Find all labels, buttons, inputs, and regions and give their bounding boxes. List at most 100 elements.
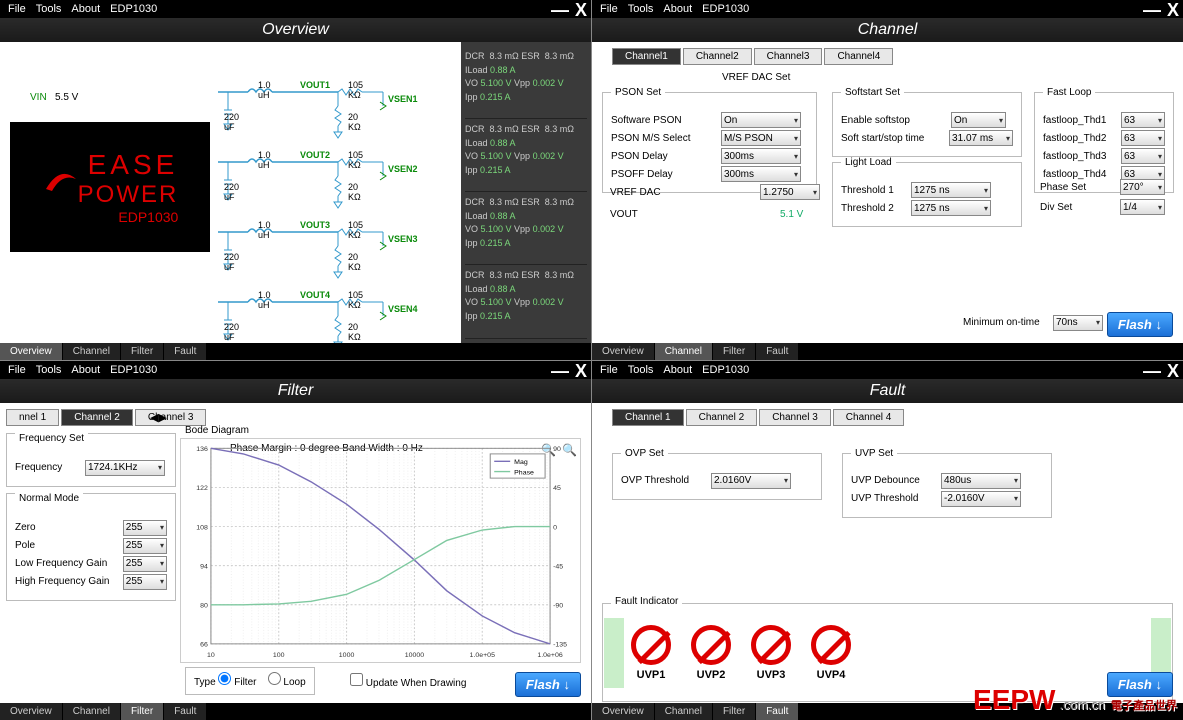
bode-title: Bode Diagram	[185, 425, 249, 436]
div-set-select[interactable]: 1/4	[1120, 199, 1165, 215]
close-icon[interactable]: X	[1167, 361, 1179, 382]
metrics-block: DCR 8.3 mΩ ESR 8.3 mΩ ILoad 0.88 A VO 5.…	[465, 265, 587, 338]
metrics-block: DCR 8.3 mΩ ESR 8.3 mΩ ILoad 0.88 A VO 5.…	[465, 46, 587, 119]
minimize-icon[interactable]: —	[551, 0, 569, 21]
zero-select[interactable]: 255	[123, 520, 167, 536]
svg-text:122: 122	[196, 485, 208, 492]
tab-channel[interactable]: Channel	[655, 703, 713, 720]
flash-button[interactable]: Flash	[515, 672, 581, 697]
tab-channel1[interactable]: Channel 1	[612, 409, 684, 426]
lfg-select[interactable]: 255	[123, 556, 167, 572]
prohibit-icon	[631, 625, 671, 665]
phase-set-select[interactable]: 270°	[1120, 179, 1165, 195]
svg-text:66: 66	[200, 641, 208, 648]
flash-button[interactable]: Flash	[1107, 312, 1173, 337]
frequency-select[interactable]: 1724.1KHz	[85, 460, 165, 476]
tab-fault[interactable]: Fault	[756, 703, 799, 720]
svg-text:-45: -45	[553, 563, 563, 570]
threshold1-select[interactable]: 1275 ns	[911, 182, 991, 198]
tab-filter[interactable]: Filter	[121, 343, 164, 360]
psoff-delay-select[interactable]: 300ms	[721, 166, 801, 182]
prohibit-icon	[811, 625, 851, 665]
minimize-icon[interactable]: —	[1143, 361, 1161, 382]
svg-text:45: 45	[553, 485, 561, 492]
softstart-time-select[interactable]: 31.07 ms	[949, 130, 1013, 146]
fastloop-thd1-select[interactable]: 63	[1121, 112, 1165, 128]
software-pson-select[interactable]: On	[721, 112, 801, 128]
type-loop-radio[interactable]: Loop	[268, 677, 306, 688]
title: Overview	[10, 21, 581, 39]
pson-delay-select[interactable]: 300ms	[721, 148, 801, 164]
titlebar-overview: Overview — X	[0, 18, 591, 42]
softstop-enable-select[interactable]: On	[951, 112, 1006, 128]
uvp-threshold-select[interactable]: -2.0160V	[941, 491, 1021, 507]
fastloop-thd3-select[interactable]: 63	[1121, 148, 1165, 164]
menubar: File Tools About EDP1030	[592, 0, 1183, 18]
tab-fault[interactable]: Fault	[164, 343, 207, 360]
tab-channel4[interactable]: Channel4	[824, 48, 893, 65]
tab-channel2[interactable]: Channel 2	[61, 409, 133, 426]
menu-about[interactable]: About	[71, 3, 100, 15]
svg-text:Mag: Mag	[514, 459, 528, 466]
svg-text:-135: -135	[553, 641, 567, 648]
tab-channel[interactable]: Channel	[655, 343, 713, 360]
circuit-diagram: VIN 5.5 V EASE POWER EDP1030	[0, 42, 461, 343]
fastloop-thd2-select[interactable]: 63	[1121, 130, 1165, 146]
tab-filter[interactable]: Filter	[713, 343, 756, 360]
metrics-block: DCR 8.3 mΩ ESR 8.3 mΩ ILoad 0.88 A VO 5.…	[465, 119, 587, 192]
menu-file[interactable]: File	[8, 3, 26, 15]
svg-text:100: 100	[273, 652, 285, 659]
type-filter-radio[interactable]: Filter	[218, 677, 256, 688]
tab-scroll-icon[interactable]: ◀▶	[150, 411, 167, 424]
vin-value: 5.5 V	[55, 92, 78, 103]
prohibit-icon	[751, 625, 791, 665]
tab-filter[interactable]: Filter	[713, 703, 756, 720]
vref-dac-select[interactable]: 1.2750	[760, 184, 820, 200]
uvp-debounce-select[interactable]: 480us	[941, 473, 1021, 489]
min-ontime-select[interactable]: 70ns	[1053, 315, 1103, 331]
metrics-block: DCR 8.3 mΩ ESR 8.3 mΩ ILoad 0.88 A VO 5.…	[465, 192, 587, 265]
tab-channel3[interactable]: Channel3	[754, 48, 823, 65]
tab-filter[interactable]: Filter	[121, 703, 164, 720]
update-when-drawing-checkbox[interactable]: Update When Drawing	[350, 673, 466, 689]
tab-channel4[interactable]: Channel 4	[833, 409, 905, 426]
tab-channel[interactable]: Channel	[63, 703, 121, 720]
hfg-select[interactable]: 255	[123, 574, 167, 590]
svg-text:80: 80	[200, 602, 208, 609]
logo-swoosh-icon	[42, 161, 78, 197]
menubar: File Tools About EDP1030	[0, 0, 591, 18]
tab-channel1[interactable]: Channel1	[612, 48, 681, 65]
close-icon[interactable]: X	[575, 0, 587, 21]
threshold2-select[interactable]: 1275 ns	[911, 200, 991, 216]
ovp-threshold-select[interactable]: 2.0160V	[711, 473, 791, 489]
svg-text:94: 94	[200, 563, 208, 570]
watermark: EEPW.com.cn電子產品世界	[973, 684, 1177, 716]
tab-nnel1[interactable]: nnel 1	[6, 409, 59, 426]
tab-fault[interactable]: Fault	[756, 343, 799, 360]
titlebar-channel: Channel —X	[592, 18, 1183, 42]
fault-indicator-uvp4: UVP4	[811, 625, 851, 681]
close-icon[interactable]: X	[575, 361, 587, 382]
svg-text:-90: -90	[553, 602, 563, 609]
minimize-icon[interactable]: —	[551, 361, 569, 382]
pole-select[interactable]: 255	[123, 538, 167, 554]
svg-text:Phase: Phase	[514, 469, 534, 476]
tab-channel[interactable]: Channel	[63, 343, 121, 360]
tab-overview[interactable]: Overview	[0, 343, 63, 360]
fault-indicator-uvp2: UVP2	[691, 625, 731, 681]
tab-channel2[interactable]: Channel 2	[686, 409, 758, 426]
pson-ms-select[interactable]: M/S PSON	[721, 130, 801, 146]
tab-overview[interactable]: Overview	[592, 343, 655, 360]
tab-channel2[interactable]: Channel2	[683, 48, 752, 65]
close-icon[interactable]: X	[1167, 0, 1179, 21]
minimize-icon[interactable]: —	[1143, 0, 1161, 21]
menu-product: EDP1030	[110, 3, 157, 15]
tab-fault[interactable]: Fault	[164, 703, 207, 720]
tab-channel3[interactable]: Channel 3	[135, 409, 207, 426]
logo: EASE POWER EDP1030	[10, 122, 210, 252]
tab-overview[interactable]: Overview	[592, 703, 655, 720]
svg-text:1000: 1000	[339, 652, 355, 659]
tab-overview[interactable]: Overview	[0, 703, 63, 720]
tab-channel3[interactable]: Channel 3	[759, 409, 831, 426]
menu-tools[interactable]: Tools	[36, 3, 62, 15]
